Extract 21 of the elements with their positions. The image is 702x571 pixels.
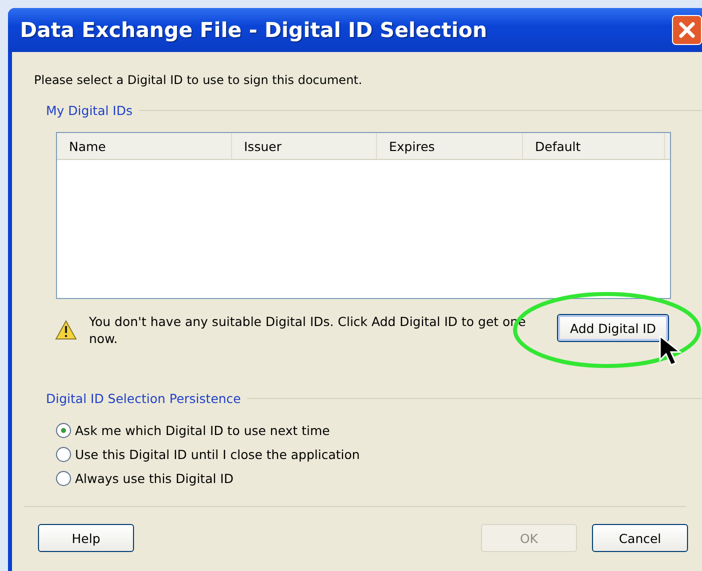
dialog-button[interactable]: Help <box>38 524 134 552</box>
add-digital-id-button[interactable]: Add Digital ID <box>557 314 669 342</box>
window-title: Data Exchange File - Digital ID Selection <box>20 18 488 42</box>
warning-icon <box>55 320 77 340</box>
radio-label[interactable]: Always use this Digital ID <box>75 471 234 486</box>
group-label: My Digital IDs <box>46 103 132 118</box>
dialog-button[interactable]: Cancel <box>592 524 688 552</box>
radio-label[interactable]: Use this Digital ID until I close the application <box>75 447 360 462</box>
column-header[interactable]: Issuer <box>232 133 377 159</box>
close-button[interactable] <box>672 15 702 45</box>
radio-button[interactable] <box>56 423 71 438</box>
column-header[interactable]: Default <box>523 133 665 159</box>
column-header[interactable]: Name <box>57 133 232 159</box>
radio-button[interactable] <box>56 471 71 486</box>
pointer-cursor-icon <box>658 334 684 368</box>
radio-label[interactable]: Ask me which Digital ID to use next time <box>75 423 330 438</box>
group-label: Digital ID Selection Persistence <box>46 391 241 406</box>
column-header[interactable]: Expires <box>377 133 523 159</box>
close-icon <box>676 19 698 41</box>
radio-button[interactable] <box>56 447 71 462</box>
instruction-text: Please select a Digital ID to use to sign this document. <box>34 73 364 87</box>
